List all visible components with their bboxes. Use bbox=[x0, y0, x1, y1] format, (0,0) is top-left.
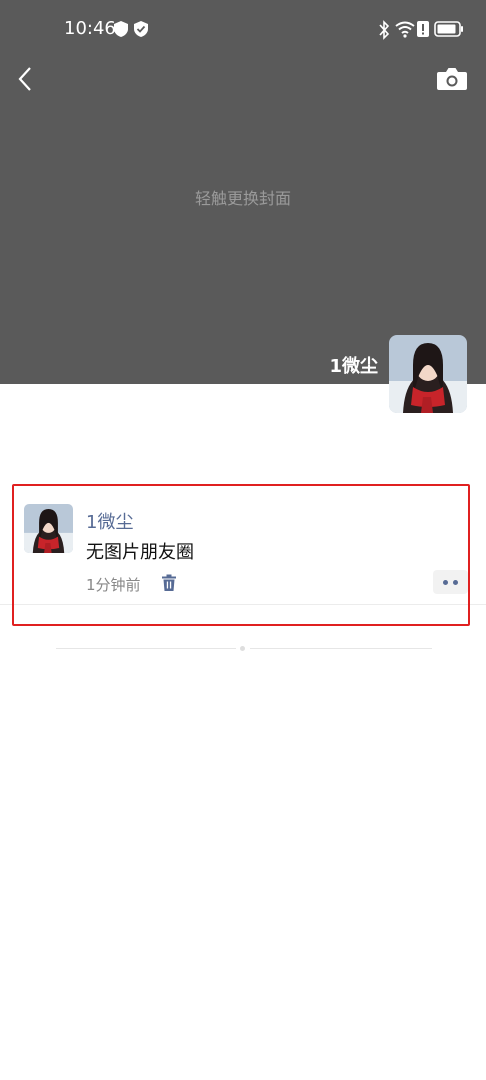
wifi-icon bbox=[395, 20, 415, 42]
back-chevron-icon bbox=[18, 67, 31, 91]
battery-icon bbox=[434, 20, 464, 42]
feed-end-line-right bbox=[250, 648, 432, 649]
bluetooth-icon bbox=[378, 20, 390, 44]
shield-icon bbox=[114, 21, 128, 41]
back-button[interactable] bbox=[14, 64, 38, 94]
camera-icon bbox=[437, 68, 467, 90]
cover-image[interactable]: 10:46 轻触更换封面 bbox=[0, 0, 486, 384]
verified-shield-icon bbox=[134, 21, 148, 41]
change-cover-hint[interactable]: 轻触更换封面 bbox=[0, 185, 486, 209]
profile-name[interactable]: 1微尘 bbox=[329, 352, 378, 378]
feed-end-line-left bbox=[56, 648, 236, 649]
camera-button[interactable] bbox=[436, 66, 468, 92]
highlight-box bbox=[12, 484, 470, 626]
alert-icon bbox=[417, 20, 429, 42]
status-bar: 10:46 bbox=[0, 14, 486, 48]
profile-avatar[interactable] bbox=[389, 335, 467, 413]
status-time: 10:46 bbox=[64, 18, 116, 39]
feed-end-dot bbox=[240, 646, 245, 651]
